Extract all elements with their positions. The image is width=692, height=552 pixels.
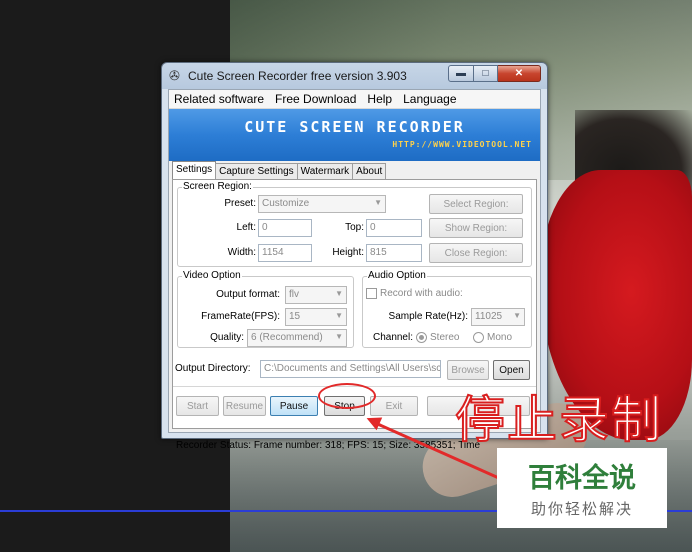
close-button[interactable]: ✕ xyxy=(498,65,541,82)
annotation-text: 停止录制 xyxy=(454,390,663,450)
output-directory-input[interactable]: C:\Documents and Settings\All Users\scre xyxy=(260,360,441,378)
tab-about[interactable]: About xyxy=(352,163,387,179)
start-button[interactable]: Start xyxy=(176,396,219,416)
preset-label: Preset: xyxy=(224,198,256,209)
output-format-select[interactable]: flv ▼ xyxy=(285,286,347,304)
chevron-down-icon: ▼ xyxy=(335,311,343,320)
open-button[interactable]: Open xyxy=(493,360,530,380)
preset-select[interactable]: Customize ▼ xyxy=(258,195,386,213)
screen-region-group: Screen Region: Preset: Customize ▼ Selec… xyxy=(177,181,532,267)
fps-value: 15 xyxy=(289,311,301,322)
tab-capture-settings[interactable]: Capture Settings xyxy=(215,163,298,179)
chevron-down-icon: ▼ xyxy=(335,332,343,341)
watermark-box: 百科全说 助你轻松解决 xyxy=(497,448,667,528)
record-audio-checkbox[interactable] xyxy=(366,288,377,299)
record-audio-label: Record with audio: xyxy=(380,288,463,299)
left-label: Left: xyxy=(236,222,256,233)
minimize-button[interactable]: ▬ xyxy=(448,65,474,82)
left-input[interactable]: 0 xyxy=(258,219,312,237)
mono-radio[interactable] xyxy=(473,332,484,343)
quality-select[interactable]: 6 (Recommend) ▼ xyxy=(247,329,347,347)
top-label: Top: xyxy=(345,222,364,233)
sample-rate-value: 11025 xyxy=(475,311,503,322)
audio-option-label: Audio Option xyxy=(367,270,427,281)
top-input[interactable]: 0 xyxy=(366,219,422,237)
stereo-radio[interactable] xyxy=(416,332,427,343)
stop-highlight-circle xyxy=(318,383,376,409)
resume-button[interactable]: Resume xyxy=(223,396,266,416)
stereo-label: Stereo xyxy=(430,332,460,343)
chevron-down-icon: ▼ xyxy=(513,311,521,320)
select-region-button[interactable]: Select Region: xyxy=(429,194,523,214)
output-format-value: flv xyxy=(289,289,299,300)
title-bar[interactable]: ✇ Cute Screen Recorder free version 3.90… xyxy=(162,63,547,89)
height-label: Height: xyxy=(332,247,364,258)
tab-watermark[interactable]: Watermark xyxy=(296,163,354,179)
output-format-label: Output format: xyxy=(216,289,280,300)
quality-value: 6 (Recommend) xyxy=(251,332,323,343)
width-input[interactable]: 1154 xyxy=(258,244,312,262)
screen-region-label: Screen Region: xyxy=(182,181,253,192)
channel-label: Channel: xyxy=(372,332,413,343)
quality-label: Quality: xyxy=(210,332,244,343)
app-icon: ✇ xyxy=(169,68,180,83)
sample-rate-label: Sample Rate(Hz): xyxy=(388,311,468,322)
chevron-down-icon: ▼ xyxy=(335,289,343,298)
fps-label: FrameRate(FPS): xyxy=(201,311,280,322)
output-directory-label: Output Directory: xyxy=(175,363,251,374)
exit-button[interactable]: Exit xyxy=(370,396,418,416)
window-controls: ▬ □ ✕ xyxy=(448,65,541,82)
video-option-group: Video Option Output format: flv ▼ FrameR… xyxy=(177,270,354,348)
browse-button[interactable]: Browse xyxy=(447,360,489,380)
menu-language[interactable]: Language xyxy=(403,92,456,106)
tab-settings[interactable]: Settings xyxy=(172,161,217,179)
audio-option-group: Audio Option Record with audio: Sample R… xyxy=(362,270,532,348)
show-region-button[interactable]: Show Region: xyxy=(429,218,523,238)
menu-help[interactable]: Help xyxy=(367,92,392,106)
menu-free-download[interactable]: Free Download xyxy=(275,92,356,106)
menu-bar: Related software Free Download Help Lang… xyxy=(169,90,540,109)
banner: CUTE SCREEN RECORDER HTTP://WWW.VIDEOTOO… xyxy=(169,109,540,161)
watermark-subtitle: 助你轻松解决 xyxy=(530,500,633,518)
video-option-label: Video Option xyxy=(182,270,242,281)
chevron-down-icon: ▼ xyxy=(374,198,382,207)
tab-strip: Settings Capture Settings Watermark Abou… xyxy=(172,161,387,179)
banner-url[interactable]: HTTP://WWW.VIDEOTOOL.NET xyxy=(392,140,532,149)
window-title: Cute Screen Recorder free version 3.903 xyxy=(188,69,407,83)
watermark-title: 百科全说 xyxy=(528,463,636,494)
width-label: Width: xyxy=(227,247,256,258)
maximize-button[interactable]: □ xyxy=(474,65,498,82)
banner-title: CUTE SCREEN RECORDER xyxy=(244,118,465,136)
mono-label: Mono xyxy=(487,332,513,343)
height-input[interactable]: 815 xyxy=(366,244,422,262)
preset-value: Customize xyxy=(262,198,310,209)
fps-select[interactable]: 15 ▼ xyxy=(285,308,347,326)
close-region-button[interactable]: Close Region: xyxy=(429,243,523,263)
sample-rate-select[interactable]: 11025 ▼ xyxy=(471,308,525,326)
pause-button[interactable]: Pause xyxy=(270,396,318,416)
menu-related-software[interactable]: Related software xyxy=(174,92,264,106)
